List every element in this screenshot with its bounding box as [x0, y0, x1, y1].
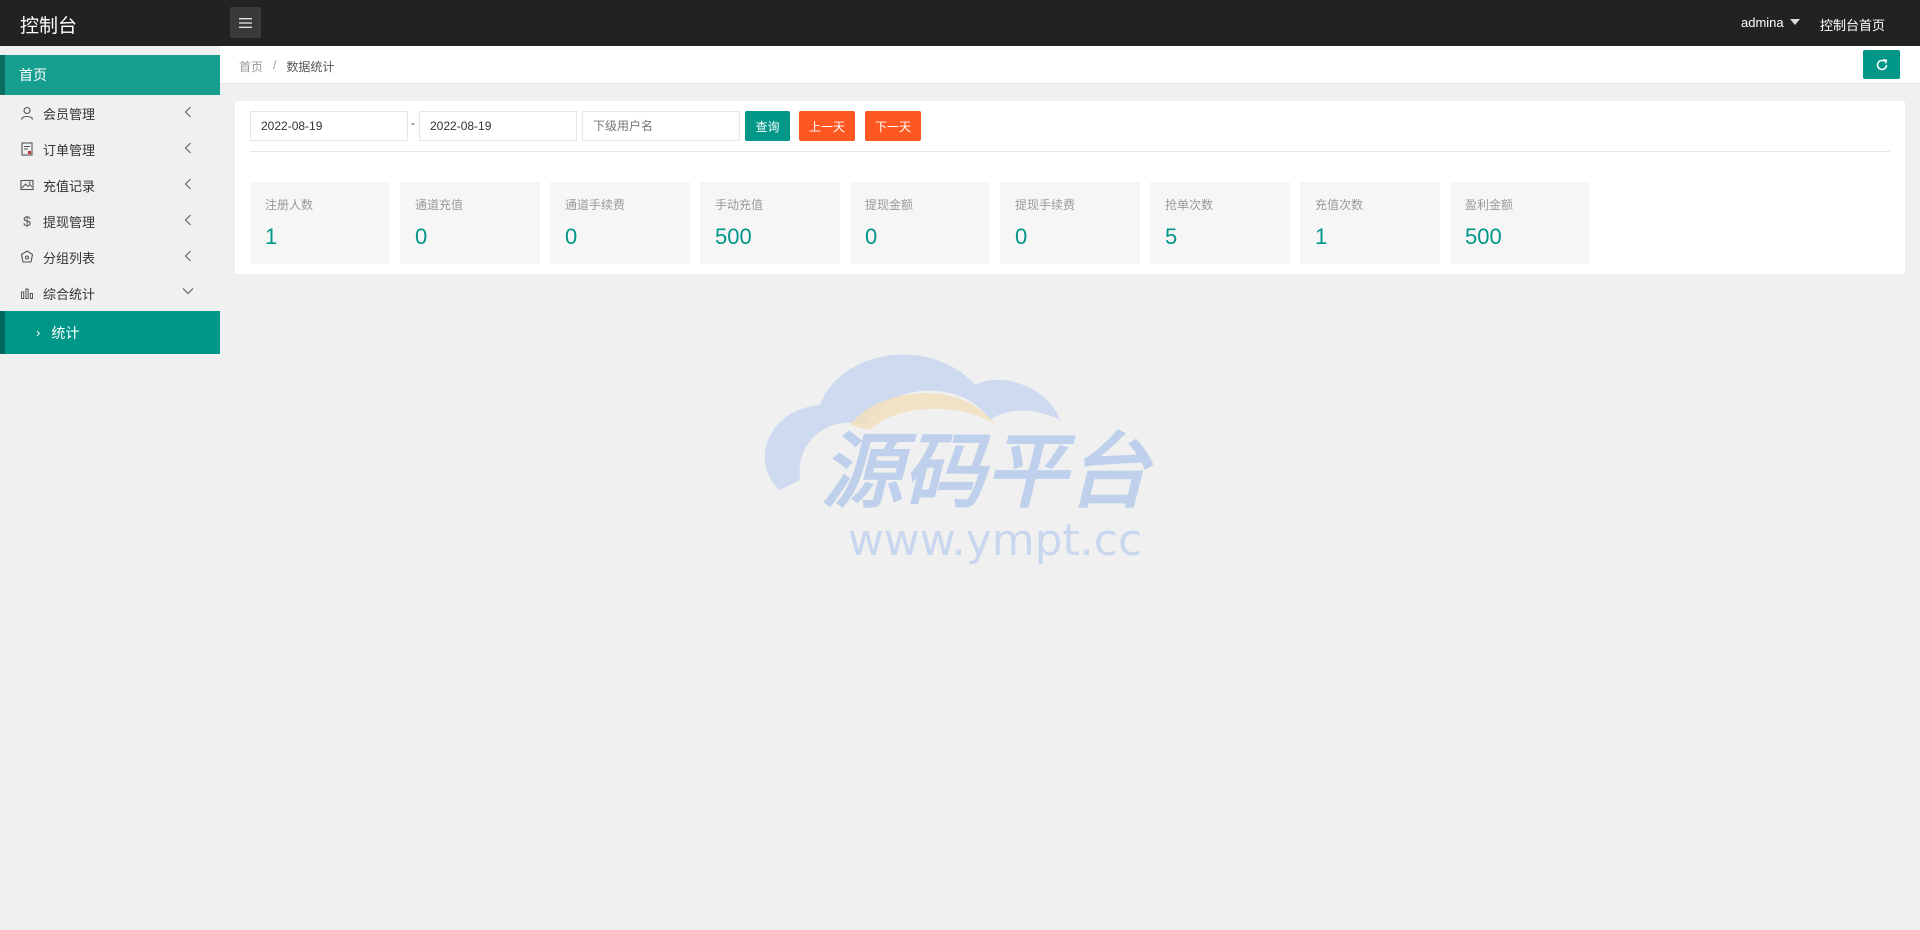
date-range-dash: -: [411, 116, 415, 130]
stat-card: 手动充值 500: [700, 182, 840, 264]
stat-card: 注册人数 1: [250, 182, 390, 264]
stat-value: 1: [265, 224, 278, 249]
next-day-button[interactable]: 下一天: [865, 111, 921, 141]
refresh-button[interactable]: [1863, 50, 1900, 79]
user-name: admina: [1741, 15, 1784, 30]
sidebar-item-label: 提现管理: [43, 214, 96, 230]
stat-card: 提现手续费 0: [1000, 182, 1140, 264]
chevron-left-icon: [184, 178, 191, 190]
sidebar-subitem-label: 统计: [51, 324, 80, 341]
sidebar-item-label: 综合统计: [43, 286, 96, 302]
end-date-input[interactable]: [419, 111, 577, 141]
sidebar-item-label: 充值记录: [43, 178, 96, 194]
chevron-down-icon: [182, 288, 194, 295]
refresh-icon: [1876, 58, 1887, 70]
stat-card: 提现金额 0: [850, 182, 990, 264]
sidebar: 首页 会员管理 订单管理 充值记录 $ 提现管理 分组列表 综合统计 › 统计: [0, 46, 220, 930]
sidebar-item-stats[interactable]: 综合统计: [0, 275, 220, 311]
stats-card: - 查询 上一天 下一天 注册人数 1 通道充值 0 通道手续费 0 手动充值 …: [235, 101, 1905, 274]
breadcrumb-bar: 首页 / 数据统计: [220, 46, 1920, 84]
stat-value: 0: [415, 224, 428, 249]
dollar-icon: $: [23, 213, 31, 229]
breadcrumb: 首页 / 数据统计: [239, 58, 334, 75]
sidebar-item-label: 会员管理: [43, 106, 96, 122]
sidebar-item-groups[interactable]: 分组列表: [0, 239, 220, 275]
menu-toggle-button[interactable]: [230, 7, 261, 38]
stat-value: 500: [1465, 224, 1502, 249]
sidebar-item-orders[interactable]: 订单管理: [0, 131, 220, 167]
stat-label: 充值次数: [1315, 198, 1364, 212]
username-input[interactable]: [582, 111, 740, 141]
divider: [250, 151, 1890, 152]
chevron-left-icon: [184, 142, 191, 154]
watermark-title: 源码平台: [821, 425, 1154, 520]
stat-card: 充值次数 1: [1300, 182, 1440, 264]
sidebar-item-members[interactable]: 会员管理: [0, 95, 220, 131]
stat-card: 通道充值 0: [400, 182, 540, 264]
query-button[interactable]: 查询: [745, 111, 790, 141]
chart-icon: [19, 285, 35, 301]
app-title: 控制台: [20, 16, 78, 37]
sidebar-item-withdraw[interactable]: $ 提现管理: [0, 203, 220, 239]
user-menu[interactable]: admina: [1741, 15, 1800, 30]
sidebar-item-label: 分组列表: [43, 250, 96, 266]
stat-label: 通道手续费: [565, 198, 626, 212]
stat-value: 5: [1165, 224, 1178, 249]
stat-label: 手动充值: [715, 198, 764, 212]
stat-value: 1: [1315, 224, 1328, 249]
watermark-url: www.ympt.cc: [848, 515, 1142, 566]
stat-label: 通道充值: [415, 198, 464, 212]
stat-label: 抢单次数: [1165, 198, 1214, 212]
stat-value: 0: [865, 224, 878, 249]
breadcrumb-home[interactable]: 首页: [239, 58, 263, 75]
stat-card: 盈利金额 500: [1450, 182, 1590, 264]
caret-down-icon: [1789, 18, 1800, 25]
chevron-left-icon: [184, 106, 191, 118]
order-icon: [19, 141, 35, 157]
chevron-right-icon: ›: [36, 325, 41, 340]
group-icon: [19, 249, 35, 265]
stat-label: 注册人数: [265, 198, 314, 212]
sidebar-subitem-stats[interactable]: › 统计: [0, 311, 220, 354]
breadcrumb-current: 数据统计: [286, 60, 335, 74]
chevron-left-icon: [184, 214, 191, 226]
breadcrumb-separator: /: [273, 58, 277, 72]
stat-value: 0: [1015, 224, 1028, 249]
stat-value: 500: [715, 224, 752, 249]
start-date-input[interactable]: [250, 111, 408, 141]
sidebar-item-home[interactable]: 首页: [0, 55, 220, 95]
previous-day-button[interactable]: 上一天: [799, 111, 855, 141]
stat-card: 通道手续费 0: [550, 182, 690, 264]
stat-label: 盈利金额: [1465, 198, 1514, 212]
menu-icon: [239, 17, 252, 28]
stat-label: 提现手续费: [1015, 198, 1076, 212]
image-icon: [19, 177, 35, 193]
console-home-link[interactable]: 控制台首页: [1820, 15, 1885, 34]
user-icon: [19, 105, 35, 121]
stat-value: 0: [565, 224, 578, 249]
top-header: 控制台 admina 控制台首页: [0, 0, 1920, 46]
chevron-left-icon: [184, 250, 191, 262]
sidebar-item-recharge[interactable]: 充值记录: [0, 167, 220, 203]
stat-label: 提现金额: [865, 198, 914, 212]
sidebar-item-label: 订单管理: [43, 142, 96, 158]
watermark-logo: 源码平台 www.ympt.cc: [764, 354, 1154, 566]
stat-card: 抢单次数 5: [1150, 182, 1290, 264]
